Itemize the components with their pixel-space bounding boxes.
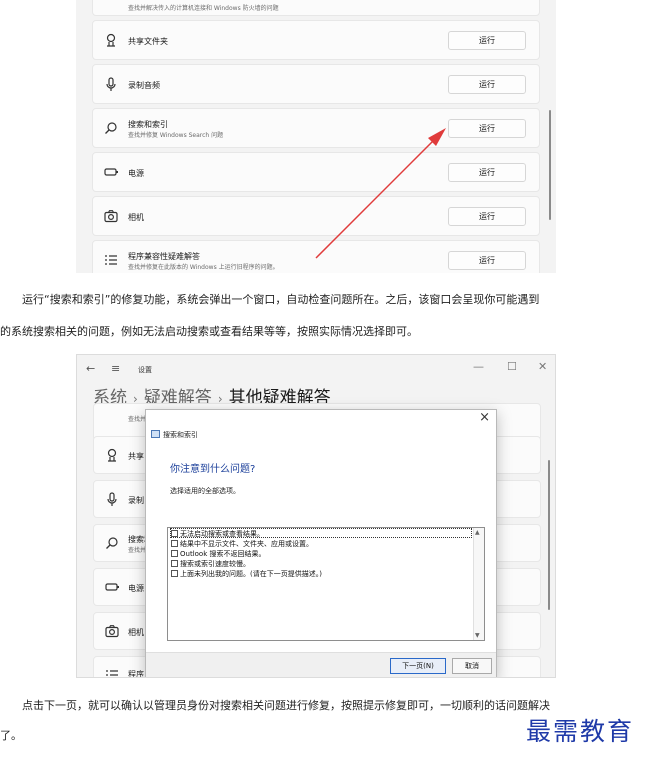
row-title: 相机: [128, 628, 144, 637]
menu-icon[interactable]: ≡: [111, 362, 120, 375]
microphone-icon: [107, 492, 117, 506]
scroll-up-icon[interactable]: ▲: [475, 529, 480, 536]
paragraph-2-line-1: 点击下一页，就可以确认以管理员身份对搜索相关问题进行修复，按照提示修复即可，一切…: [22, 699, 550, 712]
row-subtitle: 查找并: [128, 547, 147, 554]
option-checkbox[interactable]: 搜索或索引速度较慢。: [171, 559, 250, 569]
cancel-button[interactable]: 取消: [452, 658, 492, 674]
checkbox-icon: [171, 530, 178, 537]
maximize-icon[interactable]: ☐: [507, 360, 517, 373]
row-title: 共享: [128, 452, 144, 461]
battery-icon: [105, 583, 119, 591]
dialog-close-icon[interactable]: ×: [479, 410, 490, 425]
search-icon: [106, 537, 118, 549]
back-icon[interactable]: ←: [86, 362, 95, 375]
checkbox-icon: [171, 570, 178, 577]
dialog-header-title: 搜索和索引: [163, 431, 198, 439]
scrollbar[interactable]: [548, 460, 550, 610]
row-title: 程序: [128, 670, 144, 678]
next-page-button[interactable]: 下一页(N): [390, 658, 446, 674]
option-checkbox[interactable]: 上面未列出我的问题。(请在下一页提供描述。): [171, 569, 322, 579]
options-scrollbar[interactable]: ▲ ▼: [473, 528, 484, 640]
dialog-question: 你注意到什么问题?: [170, 464, 256, 475]
checkbox-icon: [171, 560, 178, 567]
row-title: 电源: [128, 584, 144, 593]
minimize-icon[interactable]: —: [473, 360, 484, 373]
scroll-down-icon[interactable]: ▼: [475, 632, 480, 639]
row-title: 录制: [128, 496, 144, 505]
checkbox-icon: [171, 540, 178, 547]
title-bar: ← ≡ 设置 — ☐ ✕: [77, 355, 555, 383]
option-checkbox[interactable]: 无法启动搜索或查看结果。: [171, 529, 264, 539]
search-indexing-dialog: × 搜索和索引 你注意到什么问题? 选择适用的全部选项。 无法启动搜索或查看结果…: [145, 409, 497, 677]
red-arrow-annotation: [315, 128, 446, 259]
row-subtitle: 查找并: [128, 416, 147, 423]
dialog-header: 搜索和索引: [151, 430, 198, 440]
dialog-hint: 选择适用的全部选项。: [170, 487, 240, 495]
camera-icon: [105, 625, 119, 638]
watermark-logo: 最需教育: [526, 717, 635, 746]
paragraph-1-line-1: 运行“搜索和索引”的修复功能，系统会弹出一个窗口，自动检查问题所在。之后，该窗口…: [22, 293, 540, 306]
options-list: 无法启动搜索或查看结果。 结果中不显示文件、文件夹、应用或设置。 Outlook…: [167, 527, 485, 641]
troubleshooter-screenshot-2: ← ≡ 设置 — ☐ ✕ 系统 › 疑难解答 › 其他疑难解答 查找并 共享 录制 搜索…: [76, 354, 556, 678]
checkbox-icon: [171, 550, 178, 557]
dialog-footer: 下一页(N) 取消: [146, 652, 496, 677]
close-icon[interactable]: ✕: [538, 360, 547, 373]
share-icon: [107, 448, 117, 462]
troubleshooter-screenshot-1: 查找并解决传入的计算机连接和 Windows 防火墙的问题 共享文件夹 运行 录…: [76, 0, 556, 273]
option-checkbox[interactable]: 结果中不显示文件、文件夹、应用或设置。: [171, 539, 313, 549]
list-icon: [106, 670, 118, 676]
option-checkbox[interactable]: Outlook 搜索不返回结果。: [171, 549, 265, 559]
troubleshooter-icon: [151, 430, 160, 438]
paragraph-1-line-2: 的系统搜索相关的问题，例如无法启动搜索或查看结果等等，按照实际情况选择即可。: [0, 325, 418, 338]
app-title: 设置: [138, 366, 152, 374]
paragraph-2-line-2: 了。: [0, 729, 22, 742]
